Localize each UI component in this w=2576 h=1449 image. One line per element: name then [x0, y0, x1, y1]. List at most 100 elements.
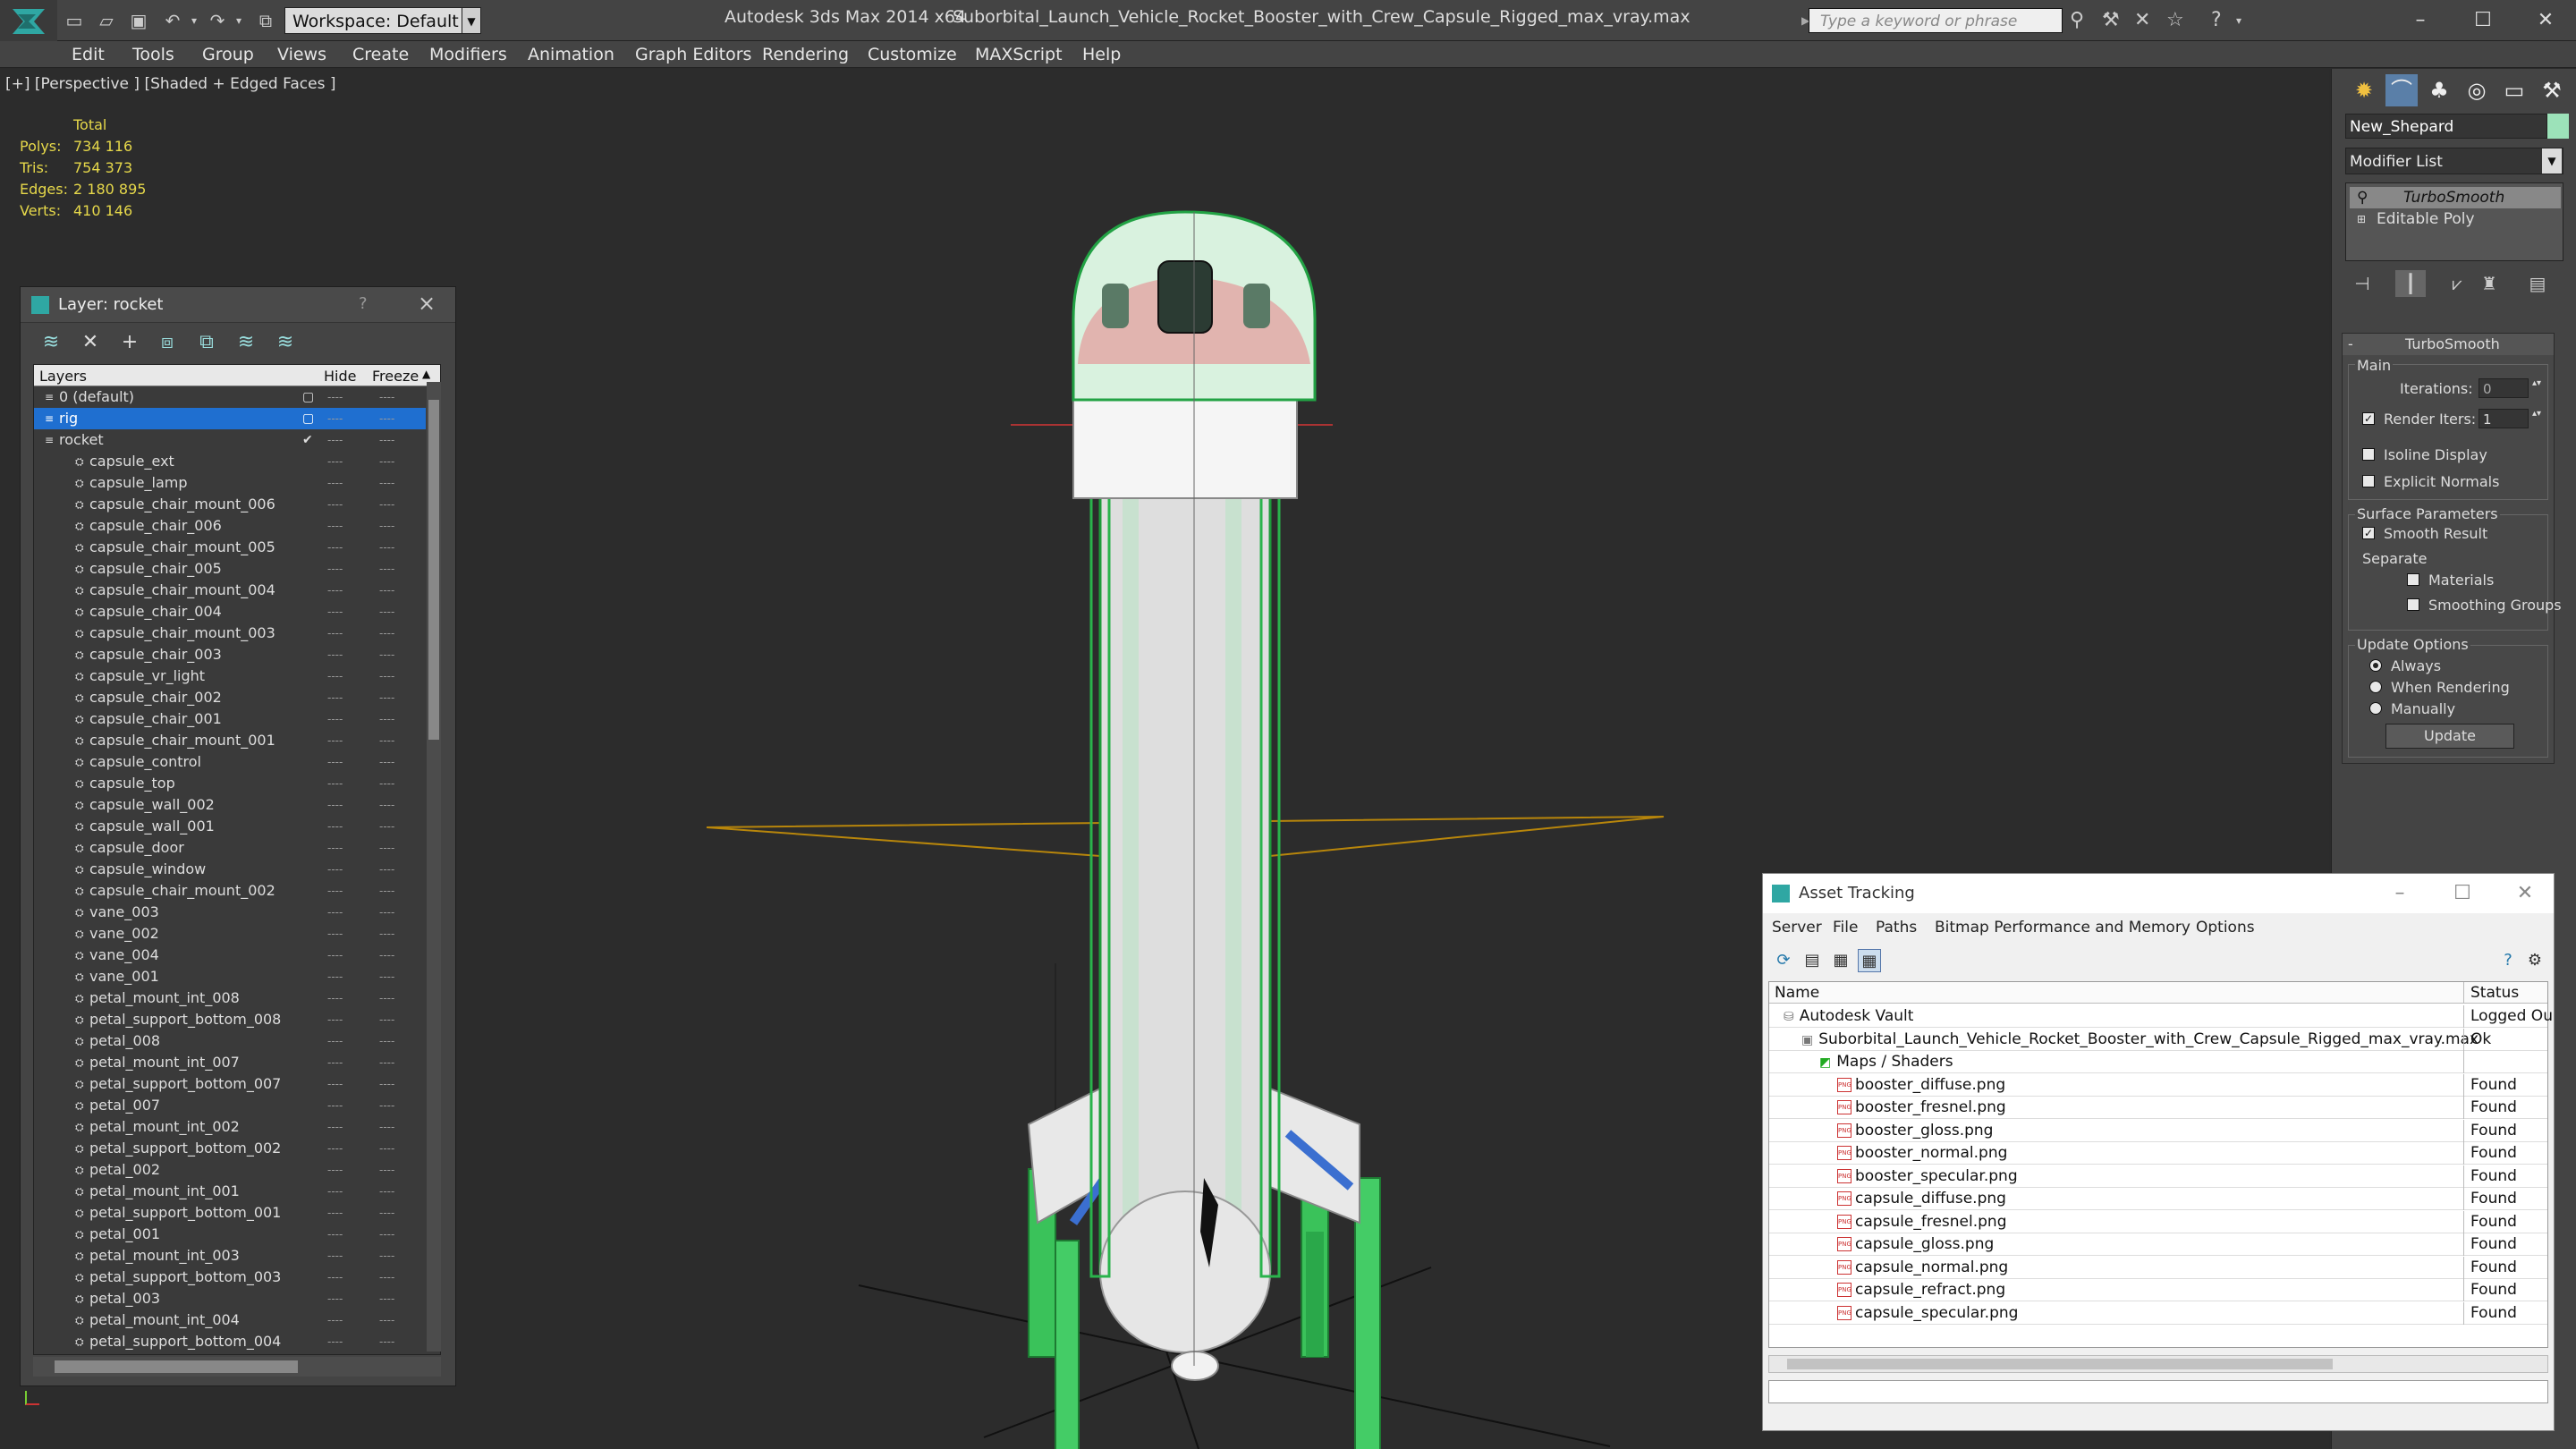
layer-row[interactable]: ≡ rocket ✔ ---- ---- — [34, 429, 426, 451]
object-row[interactable]: ⛭ petal_support_bottom_001 ---- ---- — [34, 1202, 426, 1224]
hide-toggle[interactable]: ---- — [327, 708, 343, 730]
freeze-column-header[interactable]: Freeze — [372, 368, 419, 385]
object-row[interactable]: ⛭ capsule_chair_mount_004 ---- ---- — [34, 580, 426, 601]
object-row[interactable]: ⛭ petal_003 ---- ---- — [34, 1288, 426, 1309]
modifier-list-arrow-icon[interactable]: ▼ — [2542, 148, 2562, 174]
smooth-result-checkbox[interactable]: ✓ — [2362, 527, 2375, 539]
freeze-toggle[interactable]: ---- — [379, 1095, 394, 1116]
render-iters-checkbox[interactable]: ✓ — [2362, 412, 2375, 425]
redo-dropdown-icon[interactable]: ▾ — [227, 9, 250, 32]
materials-checkbox[interactable] — [2407, 573, 2419, 586]
viewport-label[interactable]: [+] [Perspective ] [Shaded + Edged Faces… — [5, 75, 335, 93]
menu-customize[interactable]: Customize — [868, 45, 957, 64]
freeze-toggle[interactable]: ---- — [379, 451, 394, 472]
current-layer-check-icon[interactable]: ✔ — [302, 429, 313, 451]
hide-toggle[interactable]: ---- — [327, 1202, 343, 1224]
app-logo-button[interactable] — [0, 0, 57, 41]
hide-toggle[interactable]: ---- — [327, 408, 343, 429]
freeze-toggle[interactable]: ---- — [379, 1288, 394, 1309]
expand-plus-icon[interactable]: ⊞ — [2357, 208, 2366, 230]
help-dropdown-icon[interactable]: ▾ — [2236, 14, 2241, 27]
object-row[interactable]: ⛭ petal_mount_int_001 ---- ---- — [34, 1181, 426, 1202]
iterations-spinner[interactable]: 0 — [2479, 378, 2529, 398]
hide-toggle[interactable]: ---- — [327, 880, 343, 902]
minimize-window-icon[interactable]: – — [2394, 4, 2447, 38]
hide-toggle[interactable]: ---- — [327, 1116, 343, 1138]
freeze-toggle[interactable]: ---- — [379, 1052, 394, 1073]
asset-table[interactable]: Name Status ⛁ Autodesk Vault Logged Ou ▣ Sub… — [1768, 981, 2553, 1348]
object-row[interactable]: ⛭ capsule_chair_mount_003 ---- ---- — [34, 623, 426, 644]
layer-horizontal-scroll-thumb[interactable] — [55, 1360, 298, 1373]
hide-toggle[interactable]: ---- — [327, 494, 343, 515]
freeze-toggle[interactable]: ---- — [379, 1116, 394, 1138]
search-input[interactable]: Type a keyword or phrase — [1809, 8, 2063, 33]
hide-toggle[interactable]: ---- — [327, 644, 343, 665]
object-row[interactable]: ⛭ capsule_chair_002 ---- ---- — [34, 687, 426, 708]
maximize-icon[interactable]: ☐ — [2436, 879, 2489, 908]
freeze-toggle[interactable]: ---- — [379, 1245, 394, 1267]
table-view-icon[interactable]: ▦ — [1858, 949, 1881, 972]
rollout-header[interactable]: - TurboSmooth — [2343, 334, 2554, 355]
menu-maxscript[interactable]: MAXScript — [975, 45, 1063, 64]
freeze-toggle[interactable]: ---- — [379, 601, 394, 623]
lightbulb-icon[interactable]: ⚲ — [2357, 187, 2368, 208]
layers-column-header[interactable]: Layers — [39, 368, 87, 385]
object-row[interactable]: ⛭ vane_001 ---- ---- — [34, 966, 426, 987]
project-folder-icon[interactable]: ⧉ — [254, 9, 277, 32]
freeze-toggle[interactable]: ---- — [379, 1309, 394, 1331]
layer-row[interactable]: ≡ 0 (default) ▢ ---- ---- — [34, 386, 426, 408]
layer-list-scrollbar[interactable] — [427, 382, 441, 1352]
layer-window-titlebar[interactable]: Layer: rocket ? × — [21, 287, 455, 323]
object-row[interactable]: ⛭ petal_support_bottom_003 ---- ---- — [34, 1267, 426, 1288]
binoculars-icon[interactable]: ⚲ — [2070, 9, 2084, 31]
add-to-layer-icon[interactable]: + — [117, 330, 142, 355]
asset-row[interactable]: PNG booster_fresnel.png Found — [1769, 1097, 2547, 1119]
freeze-toggle[interactable]: ---- — [379, 472, 394, 494]
hide-toggle[interactable]: ---- — [327, 837, 343, 859]
asset-row[interactable]: PNG booster_gloss.png Found — [1769, 1119, 2547, 1142]
asset-row[interactable]: PNG capsule_gloss.png Found — [1769, 1233, 2547, 1256]
freeze-toggle[interactable]: ---- — [379, 644, 394, 665]
menu-rendering[interactable]: Rendering — [762, 45, 849, 64]
object-row[interactable]: ⛭ petal_001 ---- ---- — [34, 1224, 426, 1245]
menu-help[interactable]: Help — [1082, 45, 1121, 64]
object-row[interactable]: ⛭ petal_mount_int_007 ---- ---- — [34, 1052, 426, 1073]
delete-layer-icon[interactable]: ✕ — [78, 330, 103, 355]
favorites-star-icon[interactable]: ☆ — [2166, 9, 2184, 31]
object-name-field[interactable]: New_Shepard — [2345, 114, 2547, 139]
redo-icon[interactable]: ↷ — [206, 9, 229, 32]
layer-list[interactable]: Layers Hide Freeze ▲ ≡ 0 (default) ▢ ---- --… — [33, 364, 441, 1355]
asset-horizontal-scroll-thumb[interactable] — [1787, 1359, 2333, 1369]
name-column-header[interactable]: Name — [1775, 984, 1819, 1002]
hide-toggle[interactable]: ---- — [327, 1309, 343, 1331]
display-tab-icon[interactable]: ▭ — [2498, 74, 2530, 106]
object-row[interactable]: ⛭ capsule_control ---- ---- — [34, 751, 426, 773]
close-icon[interactable]: ✕ — [2498, 879, 2552, 908]
layer-list-scroll-thumb[interactable] — [428, 400, 439, 740]
freeze-toggle[interactable]: ---- — [379, 902, 394, 923]
list-view-icon[interactable]: ▤ — [1801, 949, 1824, 972]
freeze-toggle[interactable]: ---- — [379, 945, 394, 966]
object-row[interactable]: ⛭ petal_mount_int_002 ---- ---- — [34, 1116, 426, 1138]
menu-bitmap-performance[interactable]: Bitmap Performance and Memory — [1935, 919, 2190, 936]
hide-toggle[interactable]: ---- — [327, 515, 343, 537]
hide-toggle[interactable]: ---- — [327, 1052, 343, 1073]
freeze-toggle[interactable]: ---- — [379, 1224, 394, 1245]
freeze-all-icon[interactable]: ≋ — [273, 330, 298, 355]
object-row[interactable]: ⛭ capsule_wall_002 ---- ---- — [34, 794, 426, 816]
freeze-toggle[interactable]: ---- — [379, 730, 394, 751]
freeze-toggle[interactable]: ---- — [379, 837, 394, 859]
help-icon[interactable]: ? — [2211, 9, 2222, 31]
hide-toggle[interactable]: ---- — [327, 558, 343, 580]
freeze-toggle[interactable]: ---- — [379, 1009, 394, 1030]
active-layer-box-icon[interactable]: ▢ — [302, 408, 314, 429]
create-tab-icon[interactable]: ✹ — [2348, 74, 2380, 106]
menu-edit[interactable]: Edit — [72, 45, 105, 64]
hide-toggle[interactable]: ---- — [327, 902, 343, 923]
menu-views[interactable]: Views — [277, 45, 326, 64]
undo-dropdown-icon[interactable]: ▾ — [182, 9, 206, 32]
manually-radio[interactable] — [2369, 702, 2382, 715]
object-row[interactable]: ⛭ capsule_chair_001 ---- ---- — [34, 708, 426, 730]
freeze-toggle[interactable]: ---- — [379, 408, 394, 429]
close-window-icon[interactable]: ✕ — [2519, 4, 2572, 38]
